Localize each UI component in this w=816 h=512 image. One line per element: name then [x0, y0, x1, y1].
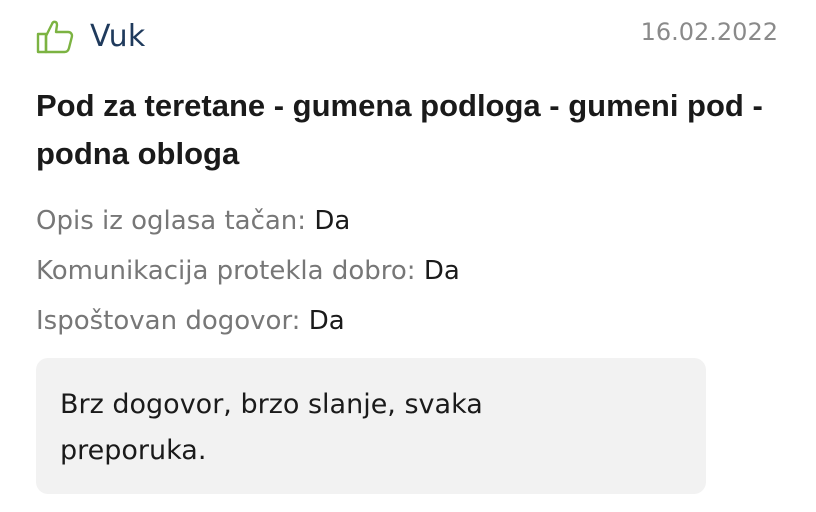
rating-value: Da	[308, 306, 345, 336]
ratings-list: Opis iz oglasa tačan: Da Komunikacija pr…	[36, 196, 776, 346]
rating-item-description-accurate: Opis iz oglasa tačan: Da	[36, 196, 776, 246]
rating-item-communication: Komunikacija protekla dobro: Da	[36, 246, 776, 296]
rating-label: Opis iz oglasa tačan:	[36, 206, 315, 236]
rating-item-agreement-kept: Ispoštovan dogovor: Da	[36, 296, 776, 346]
review-header: Vuk 16.02.2022	[36, 16, 780, 60]
review-title[interactable]: Pod za teretane - gumena podloga - gumen…	[36, 82, 766, 178]
rating-value: Da	[423, 256, 460, 286]
review-date: 16.02.2022	[640, 18, 778, 46]
review-comment: Brz dogovor, brzo slanje, svaka preporuk…	[60, 389, 483, 466]
review-author[interactable]: Vuk	[90, 18, 145, 56]
review-comment-box: Brz dogovor, brzo slanje, svaka preporuk…	[36, 358, 706, 494]
rating-label: Komunikacija protekla dobro:	[36, 256, 424, 286]
rating-value: Da	[314, 206, 351, 236]
thumbs-up-icon	[36, 18, 74, 56]
review-card: Vuk 16.02.2022 Pod za teretane - gumena …	[0, 0, 816, 512]
rating-label: Ispoštovan dogovor:	[36, 306, 309, 336]
